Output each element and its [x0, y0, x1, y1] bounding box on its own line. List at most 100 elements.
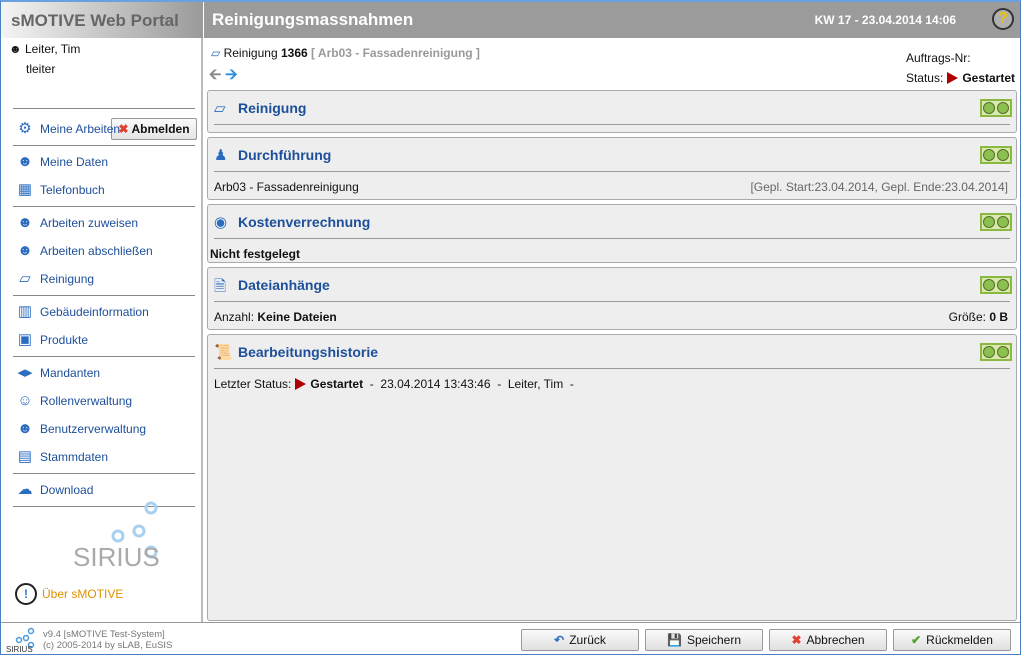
- header-bar: Reinigungsmassnahmen KW 17 - 23.04.2014 …: [203, 2, 1020, 38]
- status-label: Status:: [905, 71, 944, 85]
- divider: [13, 145, 195, 146]
- back-label: Zurück: [569, 633, 606, 647]
- divider: [13, 206, 195, 207]
- info-icon: !: [15, 583, 37, 605]
- sidebar-item-produkte[interactable]: ▣ Produkte: [15, 329, 88, 351]
- save-button[interactable]: 💾 Speichern: [645, 629, 763, 651]
- sidebar-item-label: Meine Daten: [40, 155, 109, 169]
- order-info: Auftrags-Nr: Status: Gestartet: [906, 48, 1015, 88]
- file-icon: 🗎: [214, 278, 227, 295]
- history-label: Letzter Status:: [214, 377, 292, 391]
- panel-title: Dateianhänge: [238, 277, 330, 293]
- users-icon: ☻: [17, 420, 33, 437]
- toggle-button[interactable]: [980, 99, 1012, 117]
- size-label: Größe:: [948, 310, 986, 324]
- help-icon[interactable]: ?: [992, 8, 1014, 30]
- sirius-small-logo: SIRIUS: [6, 627, 35, 653]
- footer: SIRIUS v9.4 [sMOTIVE Test-System] (c) 200…: [1, 622, 1020, 655]
- arrow-left-icon[interactable]: 🡨: [209, 66, 221, 83]
- money-bag-icon: ◉: [214, 214, 228, 231]
- play-icon: [295, 378, 307, 390]
- svg-text:SIRIUS: SIRIUS: [6, 645, 33, 653]
- cancel-button[interactable]: ✖ Abbrechen: [769, 629, 887, 651]
- sidebar-item-geb-udeinformation[interactable]: ▥ Gebäudeinformation: [15, 301, 149, 323]
- panel-historie: 📜 Bearbeitungshistorie Letzter Status: Ges…: [207, 334, 1017, 621]
- logout-button[interactable]: ✖ Abmelden: [111, 118, 197, 140]
- master-data-icon: ▤: [17, 448, 33, 465]
- count-label: Anzahl:: [214, 310, 255, 324]
- history-status: Gestartet: [310, 377, 364, 391]
- divider: [13, 295, 195, 296]
- panel-dateien: 🗎 Dateianhänge Anzahl: Keine Dateien Größe…: [207, 267, 1017, 330]
- cleaning-icon: ▱: [214, 100, 226, 117]
- divider: [13, 356, 195, 357]
- toggle-button[interactable]: [980, 146, 1012, 164]
- page-title: Reinigungsmassnahmen: [212, 10, 414, 29]
- panel-title: Durchführung: [238, 147, 332, 163]
- sidebar-item-benutzerverwaltung[interactable]: ☻ Benutzerverwaltung: [15, 418, 146, 440]
- sidebar-item-label: Arbeiten zuweisen: [40, 216, 139, 230]
- about-link[interactable]: ! Über sMOTIVE: [15, 583, 123, 605]
- back-button[interactable]: ↶ Zurück: [521, 629, 639, 651]
- divider: [13, 473, 195, 474]
- file-count: Keine Dateien: [257, 310, 337, 324]
- panel-kosten: ◉ Kostenverrechnung Nicht festgelegt: [207, 204, 1017, 263]
- worker-complete-icon: ☻: [17, 242, 33, 259]
- sidebar-item-telefonbuch[interactable]: ▦ Telefonbuch: [15, 179, 105, 201]
- sidebar: ☻ Leiter, Tim tleiter ✖ Abmelden ⚙ Meine A…: [1, 38, 203, 622]
- sidebar-item-label: Produkte: [40, 333, 89, 347]
- cancel-label: Abbrechen: [806, 633, 865, 647]
- task-name: Arb03 - Fassadenreinigung: [214, 180, 359, 194]
- history-entry: Letzter Status: Gestartet - 23.04.2014 13…: [208, 369, 1016, 395]
- panel-durchfuehrung: ♟ Durchführung Arb03 - Fassadenreinigung […: [207, 137, 1017, 200]
- toggle-button[interactable]: [980, 343, 1012, 361]
- save-icon: 💾: [667, 633, 682, 647]
- panel-reinigung: ▱ Reinigung: [207, 90, 1017, 133]
- workers-icon: ♟: [214, 147, 228, 164]
- play-icon: [947, 72, 959, 84]
- report-button[interactable]: ✔ Rückmelden: [893, 629, 1011, 651]
- toggle-button[interactable]: [980, 213, 1012, 231]
- check-icon: ✔: [911, 633, 922, 647]
- building-icon: ▥: [17, 303, 33, 320]
- panel-title: Bearbeitungshistorie: [238, 344, 379, 360]
- sidebar-item-meine-daten[interactable]: ☻ Meine Daten: [15, 151, 108, 173]
- history-user: Leiter, Tim: [507, 377, 564, 391]
- arrow-right-icon[interactable]: 🡪: [225, 66, 237, 83]
- sidebar-item-label: Gebäudeinformation: [40, 305, 149, 319]
- sidebar-item-label: Arbeiten abschließen: [40, 244, 153, 258]
- sidebar-item-meine-arbeiten[interactable]: ⚙ Meine Arbeiten: [15, 118, 120, 140]
- record-number: 1366: [280, 46, 308, 60]
- cost-value: Nicht festgelegt: [210, 247, 301, 261]
- separator: -: [369, 377, 374, 391]
- user-login: tleiter: [26, 62, 56, 76]
- version-text: v9.4 [sMOTIVE Test-System]: [43, 629, 165, 640]
- record-heading: ▱ Reinigung 1366 [ Arb03 - Fassadenreini…: [211, 46, 480, 60]
- history-scroll-icon: 📜: [214, 344, 233, 361]
- toggle-button[interactable]: [980, 276, 1012, 294]
- phonebook-icon: ▦: [17, 181, 33, 198]
- user-name-text: Leiter, Tim: [24, 42, 81, 56]
- sidebar-item-label: Reinigung: [40, 272, 95, 286]
- panel-title: Kostenverrechnung: [238, 214, 371, 230]
- sidebar-item-stammdaten[interactable]: ▤ Stammdaten: [15, 446, 108, 468]
- roles-icon: ☺: [17, 392, 33, 409]
- sidebar-item-label: Download: [40, 483, 94, 497]
- history-date: 23.04.2014 13:43:46: [380, 377, 491, 391]
- sidebar-item-arbeiten-zuweisen[interactable]: ☻ Arbeiten zuweisen: [15, 212, 138, 234]
- app-window: sMOTIVE Web Portal Reinigungsmassnahmen …: [0, 0, 1021, 655]
- divider: [13, 108, 195, 109]
- about-label: Über sMOTIVE: [42, 587, 124, 601]
- sidebar-item-reinigung[interactable]: ▱ Reinigung: [15, 268, 94, 290]
- svg-text:SIRIUS: SIRIUS: [73, 542, 160, 572]
- user-icon: ☻: [17, 153, 33, 170]
- cleaning-icon: ▱: [19, 270, 31, 287]
- sidebar-item-arbeiten-abschlie-en[interactable]: ☻ Arbeiten abschließen: [15, 240, 153, 262]
- sidebar-item-mandanten[interactable]: ◂▸ Mandanten: [15, 362, 100, 384]
- separator: -: [497, 377, 502, 391]
- undo-icon: ↶: [554, 633, 565, 647]
- sidebar-item-rollenverwaltung[interactable]: ☺ Rollenverwaltung: [15, 390, 132, 412]
- sidebar-item-label: Meine Arbeiten: [40, 122, 121, 136]
- user-name: ☻ Leiter, Tim: [9, 42, 80, 56]
- logout-label: Abmelden: [131, 122, 190, 136]
